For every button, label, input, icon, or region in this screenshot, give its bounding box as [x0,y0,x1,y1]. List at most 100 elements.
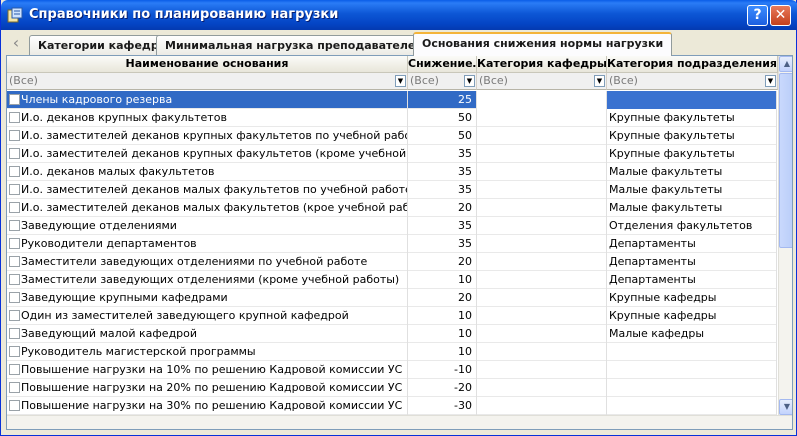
table-row[interactable]: Члены кадрового резерва 25 [7,91,777,109]
cell-reduction[interactable]: 35 [408,235,477,253]
cell-reduction[interactable]: 20 [408,253,477,271]
cell-reduction[interactable]: -10 [408,361,477,379]
cell-dept-category[interactable] [477,271,607,289]
dropdown-arrow-icon[interactable]: ▼ [464,75,475,87]
cell-division-category[interactable]: Крупные кафедры [607,307,777,325]
row-checkbox[interactable] [9,130,20,141]
table-row[interactable]: Повышение нагрузки на 20% по решению Кад… [7,379,777,397]
row-checkbox[interactable] [9,310,20,321]
cell-reduction[interactable]: 50 [408,127,477,145]
filter-dept-category[interactable]: (Все) ▼ [477,73,607,90]
scroll-up-icon[interactable]: ▲ [779,56,792,72]
tab-load-reduction-reasons[interactable]: Основания снижения нормы нагрузки [413,32,673,56]
row-checkbox[interactable] [9,382,20,393]
cell-dept-category[interactable] [477,397,607,415]
dropdown-arrow-icon[interactable]: ▼ [765,75,776,87]
cell-division-category[interactable]: Малые кафедры [607,325,777,343]
table-row[interactable]: И.о. заместителей деканов крупных факуль… [7,127,777,145]
row-checkbox[interactable] [9,346,20,357]
cell-name[interactable]: Заведующий малой кафедрой [7,325,408,343]
row-checkbox[interactable] [9,112,20,123]
cell-name[interactable]: Заведующие крупными кафедрами [7,289,408,307]
cell-dept-category[interactable] [477,163,607,181]
scroll-thumb[interactable] [779,73,792,248]
cell-dept-category[interactable] [477,343,607,361]
filter-division-category[interactable]: (Все) ▼ [607,73,778,90]
filter-name[interactable]: (Все) ▼ [7,73,408,90]
cell-name[interactable]: Один из заместителей заведующего крупной… [7,307,408,325]
filter-reduction[interactable]: (Все) ▼ [408,73,477,90]
cell-name[interactable]: Руководитель магистерской программы [7,343,408,361]
cell-name[interactable]: И.о. деканов малых факультетов [7,163,408,181]
table-row[interactable]: И.о. деканов малых факультетов 35 Малые фа… [7,163,777,181]
row-checkbox[interactable] [9,328,20,339]
cell-reduction[interactable]: -30 [408,397,477,415]
cell-reduction[interactable]: 25 [408,91,477,109]
cell-dept-category[interactable] [477,235,607,253]
table-row[interactable]: Руководитель магистерской программы 10 [7,343,777,361]
cell-division-category[interactable]: Крупные кафедры [607,289,777,307]
cell-division-category[interactable] [607,397,777,415]
cell-name[interactable]: Заведующие отделениями [7,217,408,235]
table-row[interactable]: И.о. заместителей деканов малых факульте… [7,181,777,199]
cell-name[interactable]: Повышение нагрузки на 20% по решению Кад… [7,379,408,397]
table-row[interactable]: Руководители департаментов 35 Департаменты [7,235,777,253]
row-checkbox[interactable] [9,292,20,303]
table-row[interactable]: Заведующий малой кафедрой 10 Малые кафедры [7,325,777,343]
cell-name[interactable]: И.о. заместителей деканов крупных факуль… [7,145,408,163]
cell-dept-category[interactable] [477,289,607,307]
cell-division-category[interactable]: Департаменты [607,235,777,253]
scroll-down-icon[interactable]: ▼ [779,399,792,415]
cell-reduction[interactable]: 10 [408,307,477,325]
help-button[interactable]: ? [747,5,768,26]
title-bar[interactable]: Справочники по планированию нагрузки ? ✕ [1,0,797,30]
table-row[interactable]: И.о. заместителей деканов малых факульте… [7,199,777,217]
table-row[interactable]: Заместители заведующих отделениями по уч… [7,253,777,271]
column-header-dept-category[interactable]: Категория кафедры [477,56,607,73]
row-checkbox[interactable] [9,148,20,159]
cell-dept-category[interactable] [477,181,607,199]
cell-division-category[interactable]: Отделения факультетов [607,217,777,235]
cell-division-category[interactable]: Малые факультеты [607,163,777,181]
cell-reduction[interactable]: 20 [408,199,477,217]
cell-name[interactable]: Заместители заведующих отделениями (кром… [7,271,408,289]
horizontal-scrollbar[interactable] [7,415,792,429]
row-checkbox[interactable] [9,166,20,177]
table-row[interactable]: Заведующие отделениями 35 Отделения факуль… [7,217,777,235]
table-row[interactable]: И.о. деканов крупных факультетов 50 Крупны… [7,109,777,127]
cell-dept-category[interactable] [477,199,607,217]
cell-reduction[interactable]: 35 [408,181,477,199]
cell-reduction[interactable]: 50 [408,109,477,127]
cell-dept-category[interactable] [477,145,607,163]
cell-division-category[interactable]: Крупные факультеты [607,127,777,145]
row-checkbox[interactable] [9,400,20,411]
tab-department-categories[interactable]: Категории кафедр [29,35,168,55]
row-checkbox[interactable] [9,220,20,231]
cell-reduction[interactable]: 20 [408,289,477,307]
column-header-reduction[interactable]: Снижение… [408,56,477,73]
cell-dept-category[interactable] [477,127,607,145]
cell-division-category[interactable]: Малые факультеты [607,181,777,199]
cell-reduction[interactable]: 35 [408,217,477,235]
cell-reduction[interactable]: 35 [408,163,477,181]
table-row[interactable]: И.о. заместителей деканов крупных факуль… [7,145,777,163]
cell-dept-category[interactable] [477,91,607,109]
row-checkbox[interactable] [9,364,20,375]
vertical-scrollbar[interactable]: ▲ ▼ [778,56,792,416]
cell-division-category[interactable]: Департаменты [607,271,777,289]
row-checkbox[interactable] [9,184,20,195]
row-checkbox[interactable] [9,94,20,105]
cell-division-category[interactable] [607,379,777,397]
table-row[interactable]: Повышение нагрузки на 10% по решению Кад… [7,361,777,379]
cell-name[interactable]: Руководители департаментов [7,235,408,253]
cell-reduction[interactable]: -20 [408,379,477,397]
cell-reduction[interactable]: 10 [408,271,477,289]
row-checkbox[interactable] [9,238,20,249]
tab-scroll-left-icon[interactable]: ‹ [7,34,25,54]
cell-name[interactable]: И.о. заместителей деканов малых факульте… [7,199,408,217]
cell-division-category[interactable]: Департаменты [607,253,777,271]
dropdown-arrow-icon[interactable]: ▼ [395,75,406,87]
cell-dept-category[interactable] [477,325,607,343]
cell-dept-category[interactable] [477,253,607,271]
row-checkbox[interactable] [9,202,20,213]
